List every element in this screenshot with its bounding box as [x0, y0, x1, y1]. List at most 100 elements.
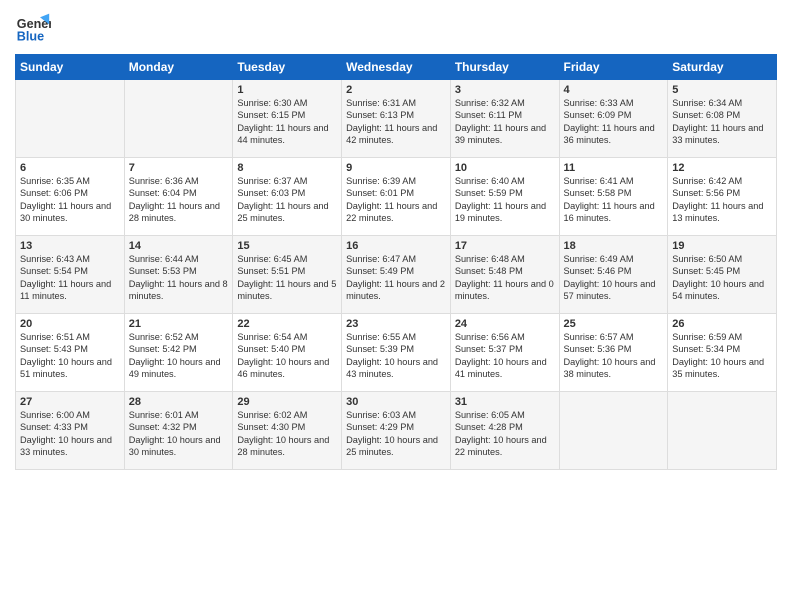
header-sunday: Sunday [16, 55, 125, 80]
day-info: Sunrise: 6:34 AMSunset: 6:08 PMDaylight:… [672, 97, 772, 147]
day-info: Sunrise: 6:05 AMSunset: 4:28 PMDaylight:… [455, 409, 555, 459]
day-number: 25 [564, 318, 664, 330]
logo-icon: General Blue [15, 10, 51, 46]
day-number: 18 [564, 240, 664, 252]
day-info: Sunrise: 6:00 AMSunset: 4:33 PMDaylight:… [20, 409, 120, 459]
header-tuesday: Tuesday [233, 55, 342, 80]
calendar-cell: 21Sunrise: 6:52 AMSunset: 5:42 PMDayligh… [124, 314, 233, 392]
day-number: 12 [672, 162, 772, 174]
day-number: 2 [346, 84, 446, 96]
day-info: Sunrise: 6:42 AMSunset: 5:56 PMDaylight:… [672, 175, 772, 225]
calendar-cell: 8Sunrise: 6:37 AMSunset: 6:03 PMDaylight… [233, 158, 342, 236]
day-number: 7 [129, 162, 229, 174]
day-number: 15 [237, 240, 337, 252]
day-number: 20 [20, 318, 120, 330]
header-monday: Monday [124, 55, 233, 80]
day-number: 4 [564, 84, 664, 96]
day-number: 6 [20, 162, 120, 174]
day-info: Sunrise: 6:48 AMSunset: 5:48 PMDaylight:… [455, 253, 555, 303]
header-saturday: Saturday [668, 55, 777, 80]
calendar-cell: 19Sunrise: 6:50 AMSunset: 5:45 PMDayligh… [668, 236, 777, 314]
day-info: Sunrise: 6:32 AMSunset: 6:11 PMDaylight:… [455, 97, 555, 147]
day-number: 16 [346, 240, 446, 252]
calendar-week-row-4: 20Sunrise: 6:51 AMSunset: 5:43 PMDayligh… [16, 314, 777, 392]
day-number: 17 [455, 240, 555, 252]
calendar-cell: 27Sunrise: 6:00 AMSunset: 4:33 PMDayligh… [16, 392, 125, 470]
logo: General Blue [15, 10, 55, 46]
calendar-cell: 29Sunrise: 6:02 AMSunset: 4:30 PMDayligh… [233, 392, 342, 470]
day-info: Sunrise: 6:44 AMSunset: 5:53 PMDaylight:… [129, 253, 229, 303]
day-number: 30 [346, 396, 446, 408]
calendar-cell: 3Sunrise: 6:32 AMSunset: 6:11 PMDaylight… [450, 80, 559, 158]
day-info: Sunrise: 6:57 AMSunset: 5:36 PMDaylight:… [564, 331, 664, 381]
day-info: Sunrise: 6:03 AMSunset: 4:29 PMDaylight:… [346, 409, 446, 459]
day-info: Sunrise: 6:39 AMSunset: 6:01 PMDaylight:… [346, 175, 446, 225]
calendar-table: Sunday Monday Tuesday Wednesday Thursday… [15, 54, 777, 470]
day-info: Sunrise: 6:01 AMSunset: 4:32 PMDaylight:… [129, 409, 229, 459]
calendar-cell: 13Sunrise: 6:43 AMSunset: 5:54 PMDayligh… [16, 236, 125, 314]
day-info: Sunrise: 6:30 AMSunset: 6:15 PMDaylight:… [237, 97, 337, 147]
calendar-cell: 1Sunrise: 6:30 AMSunset: 6:15 PMDaylight… [233, 80, 342, 158]
calendar-cell: 24Sunrise: 6:56 AMSunset: 5:37 PMDayligh… [450, 314, 559, 392]
day-number: 9 [346, 162, 446, 174]
calendar-cell: 11Sunrise: 6:41 AMSunset: 5:58 PMDayligh… [559, 158, 668, 236]
calendar-cell [668, 392, 777, 470]
calendar-cell: 10Sunrise: 6:40 AMSunset: 5:59 PMDayligh… [450, 158, 559, 236]
day-info: Sunrise: 6:36 AMSunset: 6:04 PMDaylight:… [129, 175, 229, 225]
day-info: Sunrise: 6:50 AMSunset: 5:45 PMDaylight:… [672, 253, 772, 303]
day-number: 1 [237, 84, 337, 96]
day-info: Sunrise: 6:56 AMSunset: 5:37 PMDaylight:… [455, 331, 555, 381]
calendar-cell: 23Sunrise: 6:55 AMSunset: 5:39 PMDayligh… [342, 314, 451, 392]
calendar-cell: 18Sunrise: 6:49 AMSunset: 5:46 PMDayligh… [559, 236, 668, 314]
day-number: 14 [129, 240, 229, 252]
calendar-cell: 20Sunrise: 6:51 AMSunset: 5:43 PMDayligh… [16, 314, 125, 392]
day-number: 10 [455, 162, 555, 174]
day-number: 13 [20, 240, 120, 252]
day-number: 22 [237, 318, 337, 330]
calendar-header-row: Sunday Monday Tuesday Wednesday Thursday… [16, 55, 777, 80]
calendar-cell: 9Sunrise: 6:39 AMSunset: 6:01 PMDaylight… [342, 158, 451, 236]
day-info: Sunrise: 6:37 AMSunset: 6:03 PMDaylight:… [237, 175, 337, 225]
day-number: 8 [237, 162, 337, 174]
day-number: 31 [455, 396, 555, 408]
day-info: Sunrise: 6:59 AMSunset: 5:34 PMDaylight:… [672, 331, 772, 381]
header: General Blue [15, 10, 777, 46]
day-info: Sunrise: 6:33 AMSunset: 6:09 PMDaylight:… [564, 97, 664, 147]
calendar-cell: 5Sunrise: 6:34 AMSunset: 6:08 PMDaylight… [668, 80, 777, 158]
svg-text:Blue: Blue [17, 30, 44, 44]
day-info: Sunrise: 6:45 AMSunset: 5:51 PMDaylight:… [237, 253, 337, 303]
day-number: 19 [672, 240, 772, 252]
day-info: Sunrise: 6:49 AMSunset: 5:46 PMDaylight:… [564, 253, 664, 303]
page-container: General Blue Sunday Monday Tuesday Wedne… [0, 0, 792, 480]
calendar-cell: 6Sunrise: 6:35 AMSunset: 6:06 PMDaylight… [16, 158, 125, 236]
calendar-week-row-1: 1Sunrise: 6:30 AMSunset: 6:15 PMDaylight… [16, 80, 777, 158]
day-number: 23 [346, 318, 446, 330]
day-info: Sunrise: 6:52 AMSunset: 5:42 PMDaylight:… [129, 331, 229, 381]
calendar-cell: 17Sunrise: 6:48 AMSunset: 5:48 PMDayligh… [450, 236, 559, 314]
day-info: Sunrise: 6:40 AMSunset: 5:59 PMDaylight:… [455, 175, 555, 225]
calendar-cell: 28Sunrise: 6:01 AMSunset: 4:32 PMDayligh… [124, 392, 233, 470]
day-number: 26 [672, 318, 772, 330]
calendar-cell: 12Sunrise: 6:42 AMSunset: 5:56 PMDayligh… [668, 158, 777, 236]
calendar-cell: 4Sunrise: 6:33 AMSunset: 6:09 PMDaylight… [559, 80, 668, 158]
calendar-cell: 15Sunrise: 6:45 AMSunset: 5:51 PMDayligh… [233, 236, 342, 314]
day-info: Sunrise: 6:51 AMSunset: 5:43 PMDaylight:… [20, 331, 120, 381]
day-number: 27 [20, 396, 120, 408]
day-info: Sunrise: 6:43 AMSunset: 5:54 PMDaylight:… [20, 253, 120, 303]
calendar-cell: 31Sunrise: 6:05 AMSunset: 4:28 PMDayligh… [450, 392, 559, 470]
header-wednesday: Wednesday [342, 55, 451, 80]
day-number: 3 [455, 84, 555, 96]
calendar-cell: 16Sunrise: 6:47 AMSunset: 5:49 PMDayligh… [342, 236, 451, 314]
calendar-cell [124, 80, 233, 158]
calendar-cell: 22Sunrise: 6:54 AMSunset: 5:40 PMDayligh… [233, 314, 342, 392]
day-number: 5 [672, 84, 772, 96]
header-friday: Friday [559, 55, 668, 80]
day-info: Sunrise: 6:31 AMSunset: 6:13 PMDaylight:… [346, 97, 446, 147]
calendar-week-row-5: 27Sunrise: 6:00 AMSunset: 4:33 PMDayligh… [16, 392, 777, 470]
day-info: Sunrise: 6:55 AMSunset: 5:39 PMDaylight:… [346, 331, 446, 381]
header-thursday: Thursday [450, 55, 559, 80]
calendar-week-row-3: 13Sunrise: 6:43 AMSunset: 5:54 PMDayligh… [16, 236, 777, 314]
day-number: 24 [455, 318, 555, 330]
calendar-cell: 25Sunrise: 6:57 AMSunset: 5:36 PMDayligh… [559, 314, 668, 392]
calendar-cell: 14Sunrise: 6:44 AMSunset: 5:53 PMDayligh… [124, 236, 233, 314]
